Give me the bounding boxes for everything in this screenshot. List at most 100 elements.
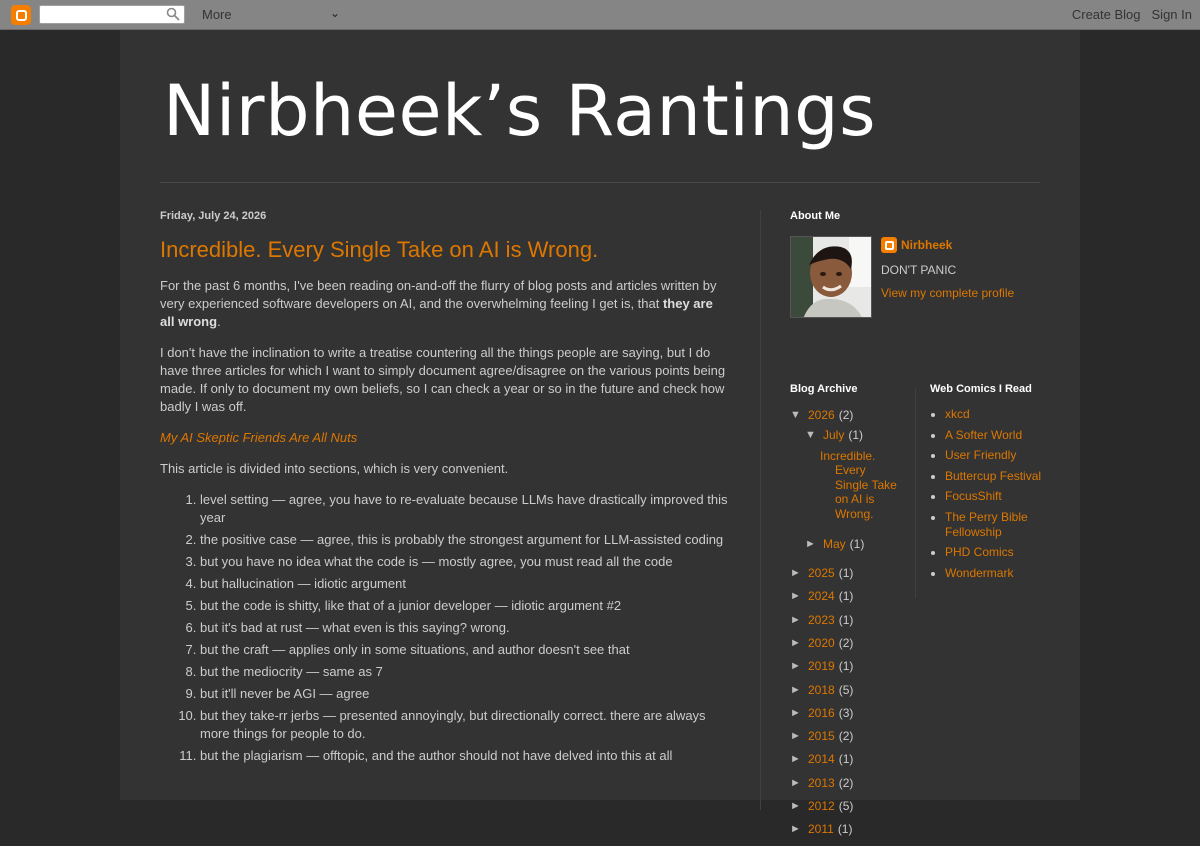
collapse-toggle-icon[interactable]: ►: [790, 776, 808, 790]
collapse-toggle-icon[interactable]: ►: [790, 799, 808, 813]
collapse-toggle-icon[interactable]: ►: [790, 752, 808, 766]
article-link[interactable]: My AI Skeptic Friends Are All Nuts: [160, 430, 357, 445]
archive-month-link[interactable]: July: [823, 428, 844, 442]
post-body: For the past 6 months, I've been reading…: [160, 277, 730, 765]
post-date: Friday, July 24, 2026: [160, 210, 267, 222]
archive-year-link[interactable]: 2019: [808, 659, 835, 673]
search-icon[interactable]: [166, 7, 180, 21]
archive-year-link[interactable]: 2020: [808, 636, 835, 650]
profile-name-link[interactable]: Nirbheek: [901, 238, 952, 252]
archive-count: (5): [838, 682, 854, 697]
collapse-toggle-icon[interactable]: ►: [790, 729, 808, 743]
archive-count: (5): [838, 799, 854, 813]
post-list-item: but it's bad at rust — what even is this…: [200, 619, 730, 637]
archive-year-link[interactable]: 2026: [808, 408, 835, 422]
sidebar-column-divider: [915, 388, 916, 598]
archive-post-link[interactable]: Incredible. Every Single Take on AI is W…: [820, 449, 902, 521]
web-comic-link[interactable]: User Friendly: [945, 448, 1016, 462]
archive-year-link[interactable]: 2013: [808, 776, 835, 790]
web-comic-link[interactable]: Wondermark: [945, 566, 1013, 580]
post-list-item: but the plagiarism — offtopic, and the a…: [200, 747, 730, 765]
collapse-toggle-icon[interactable]: ►: [790, 636, 808, 650]
archive-count: (2): [838, 729, 854, 744]
profile-name-row[interactable]: Nirbheek: [881, 237, 952, 253]
collapse-toggle-icon[interactable]: ►: [805, 537, 823, 551]
web-comic-item: A Softer World: [945, 428, 1045, 443]
archive-month-link[interactable]: May: [823, 537, 846, 551]
chevron-down-icon[interactable]: ⌄: [330, 6, 340, 20]
blogger-logo-icon[interactable]: [11, 5, 31, 25]
web-comics-title: Web Comics I Read: [930, 383, 1032, 395]
post-text: .: [217, 314, 221, 329]
post-list-item: level setting — agree, you have to re-ev…: [200, 491, 730, 527]
archive-count: (1): [848, 428, 864, 442]
about-me-widget: About Me Nirbheek DON'T PANIC View my co…: [790, 210, 1040, 340]
collapse-toggle-icon[interactable]: ►: [790, 659, 808, 673]
web-comic-item: The Perry Bible Fellowship: [945, 510, 1045, 540]
collapse-toggle-icon[interactable]: ►: [790, 566, 808, 580]
archive-year-row: ► 2025 (1): [790, 566, 910, 589]
post-text: For the past 6 months, I've been reading…: [160, 278, 717, 311]
post-list-item: but you have no idea what the code is — …: [200, 553, 730, 571]
post-list-item: but the code is shitty, like that of a j…: [200, 597, 730, 615]
post-title[interactable]: Incredible. Every Single Take on AI is W…: [160, 237, 730, 263]
collapse-toggle-icon[interactable]: ►: [790, 706, 808, 720]
more-dropdown[interactable]: More: [202, 7, 232, 22]
about-me-title: About Me: [790, 210, 841, 222]
post-ordered-list: level setting — agree, you have to re-ev…: [160, 491, 730, 765]
archive-year-link[interactable]: 2015: [808, 729, 835, 743]
post-list-item: the positive case — agree, this is proba…: [200, 531, 730, 549]
archive-year-link[interactable]: 2025: [808, 566, 835, 580]
web-comic-item: User Friendly: [945, 448, 1045, 463]
archive-year-link[interactable]: 2016: [808, 706, 835, 720]
archive-year-2026: ▼ 2026 (2): [790, 408, 910, 428]
web-comic-item: xkcd: [945, 407, 1045, 422]
web-comic-link[interactable]: Buttercup Festival: [945, 469, 1041, 483]
column-divider: [760, 210, 761, 810]
blog-archive-widget: Blog Archive ▼ 2026 (2) ▼ July (1) Incre…: [790, 383, 910, 846]
post-list-item: but hallucination — idiotic argument: [200, 575, 730, 593]
post-list-item: but the craft — applies only in some sit…: [200, 641, 730, 659]
archive-post-item: Incredible. Every Single Take on AI is W…: [790, 449, 902, 521]
expand-toggle-icon[interactable]: ▼: [805, 428, 823, 442]
archive-year-link[interactable]: 2012: [808, 799, 835, 813]
archive-count: (3): [838, 705, 854, 720]
sidebar: About Me Nirbheek DON'T PANIC View my co…: [790, 210, 1041, 836]
archive-count: (1): [838, 659, 854, 674]
collapse-toggle-icon[interactable]: ►: [790, 683, 808, 697]
archive-year-link[interactable]: 2024: [808, 589, 835, 603]
blog-title[interactable]: Nirbheek’s Rantings: [163, 70, 876, 152]
archive-year-row: ► 2016 (3): [790, 706, 910, 729]
archive-count: (1): [838, 612, 854, 627]
post-paragraph: For the past 6 months, I've been reading…: [160, 277, 730, 331]
profile-photo[interactable]: [790, 236, 872, 318]
archive-count: (1): [837, 822, 853, 837]
archive-year-row: ► 2019 (1): [790, 659, 910, 682]
profile-photo-image: [791, 237, 871, 317]
archive-count: (1): [849, 537, 865, 552]
create-blog-link[interactable]: Create Blog: [1072, 7, 1141, 22]
collapse-toggle-icon[interactable]: ►: [790, 822, 808, 836]
web-comic-link[interactable]: xkcd: [945, 407, 970, 421]
post-list-item: but the mediocrity — same as 7: [200, 663, 730, 681]
archive-year-row: ► 2014 (1): [790, 752, 910, 775]
web-comic-link[interactable]: The Perry Bible Fellowship: [945, 510, 1028, 539]
archive-year-link[interactable]: 2014: [808, 752, 835, 766]
archive-year-link[interactable]: 2011: [808, 822, 834, 836]
web-comic-link[interactable]: A Softer World: [945, 428, 1022, 442]
web-comic-link[interactable]: FocusShift: [945, 489, 1002, 503]
archive-year-row: ► 2012 (5): [790, 799, 910, 822]
archive-year-link[interactable]: 2018: [808, 683, 835, 697]
search-input[interactable]: [39, 5, 185, 24]
archive-year-link[interactable]: 2023: [808, 613, 835, 627]
archive-month-may: ► May (1): [790, 521, 910, 566]
web-comic-link[interactable]: PHD Comics: [945, 545, 1014, 559]
collapse-toggle-icon[interactable]: ►: [790, 613, 808, 627]
collapse-toggle-icon[interactable]: ►: [790, 589, 808, 603]
view-profile-link[interactable]: View my complete profile: [881, 286, 1014, 300]
expand-toggle-icon[interactable]: ▼: [790, 408, 808, 422]
archive-year-row: ► 2015 (2): [790, 729, 910, 752]
web-comic-item: PHD Comics: [945, 545, 1045, 560]
web-comic-item: FocusShift: [945, 489, 1045, 504]
sign-in-link[interactable]: Sign In: [1152, 7, 1192, 22]
